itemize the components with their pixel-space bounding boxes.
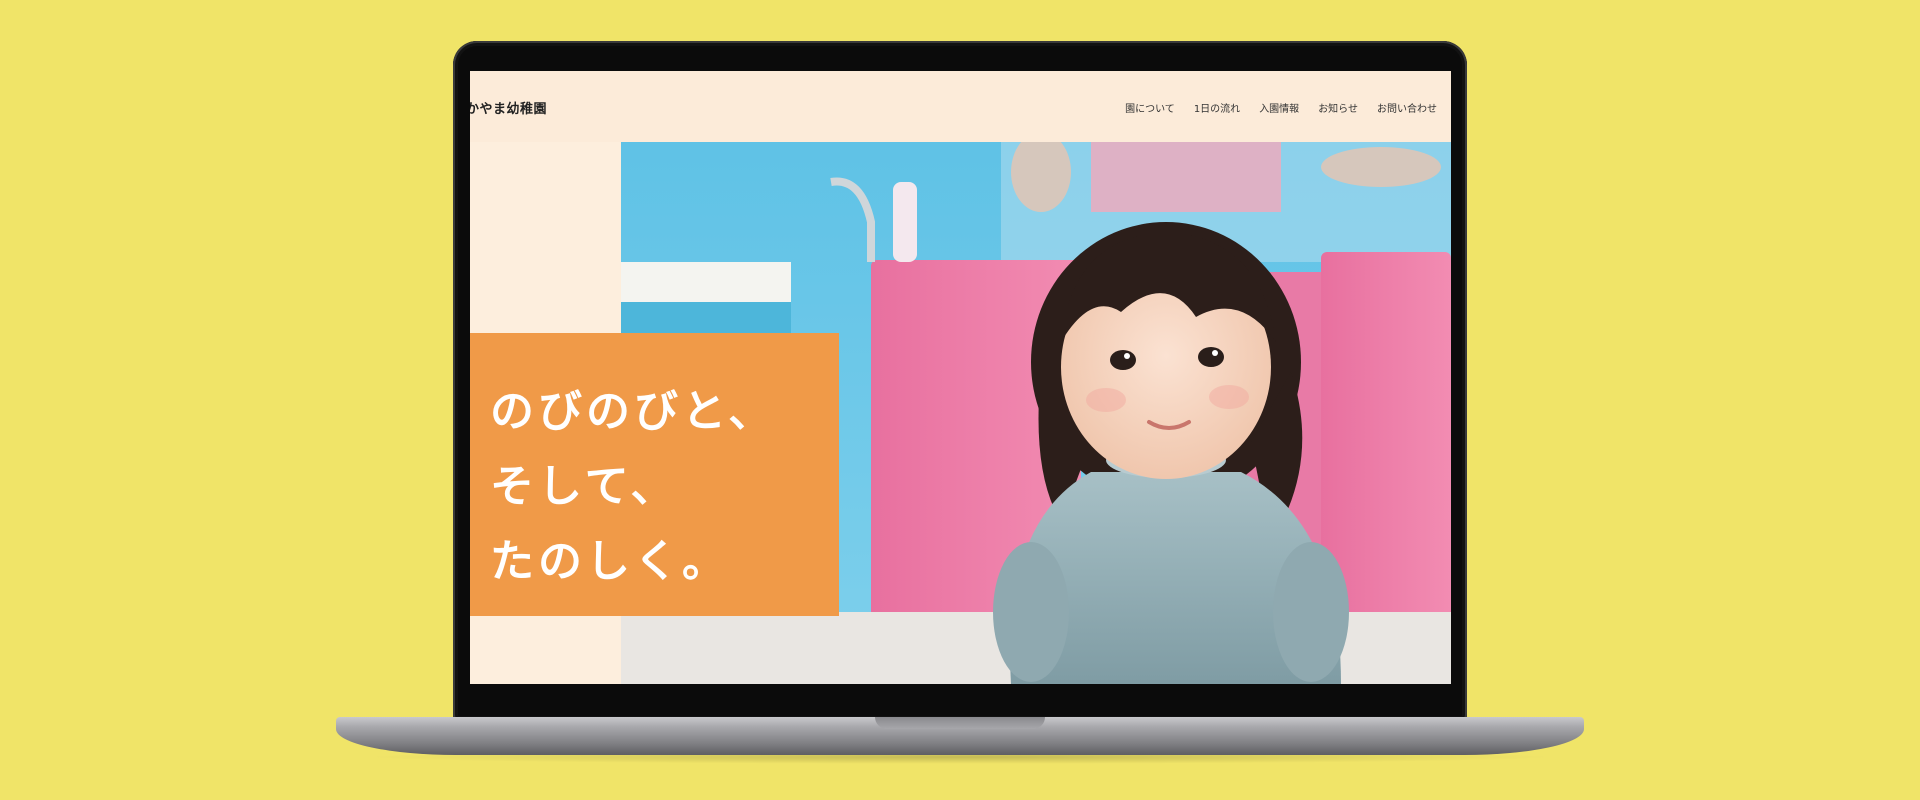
hero-tagline-line-2: そして、: [490, 461, 679, 512]
main-nav: 園について 1日の流れ 入園情報 お知らせ お問い合わせ: [1125, 100, 1437, 115]
hero-tagline-box: のびのびと、 そして、 たのしく。: [470, 333, 839, 616]
nav-item-daily-flow[interactable]: 1日の流れ: [1194, 100, 1240, 115]
nav-item-news[interactable]: お知らせ: [1318, 100, 1358, 115]
site-header: かやま幼稚園 園について 1日の流れ 入園情報 お知らせ お問い合わせ: [470, 71, 1451, 142]
nav-item-contact[interactable]: お問い合わせ: [1377, 100, 1437, 115]
hero-tagline-line-3: たのしく。: [490, 536, 730, 587]
nav-item-about[interactable]: 園について: [1125, 100, 1175, 115]
laptop-screen: かやま幼稚園 園について 1日の流れ 入園情報 お知らせ お問い合わせ のびのび…: [470, 71, 1451, 684]
site-logo[interactable]: かやま幼稚園: [470, 98, 547, 117]
hero-tagline-line-1: のびのびと、: [490, 386, 777, 437]
laptop-notch: [875, 717, 1045, 729]
nav-item-admission[interactable]: 入園情報: [1259, 100, 1299, 115]
